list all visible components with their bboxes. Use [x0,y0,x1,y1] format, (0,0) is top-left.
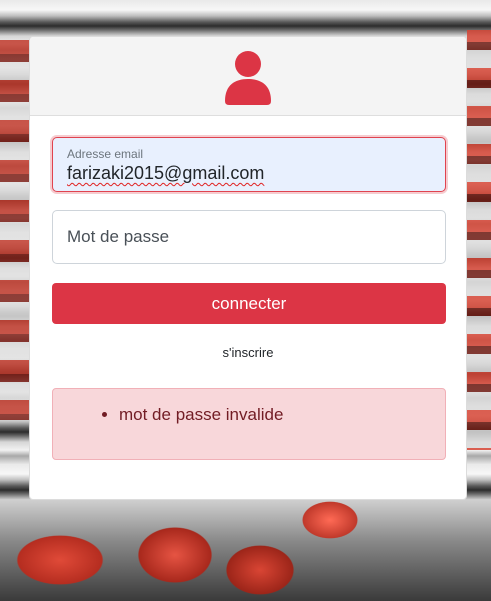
email-input[interactable]: farizaki2015@gmail.com [67,163,264,184]
user-icon [225,51,271,105]
error-alert: mot de passe invalide [52,388,446,460]
error-item: mot de passe invalide [119,405,445,425]
email-value: farizaki2015@gmail.com [67,163,265,183]
error-list: mot de passe invalide [53,405,445,425]
card-header [30,37,466,116]
background-decoration-left [0,40,30,420]
register-link[interactable]: s'inscrire [30,345,466,360]
password-input[interactable] [53,211,445,263]
email-field[interactable]: Adresse email farizaki2015@gmail.com [52,137,446,192]
login-card: Adresse email farizaki2015@gmail.com con… [29,36,467,500]
background-decoration-bottom [0,500,491,601]
background-decoration-right [467,30,491,450]
email-label: Adresse email [67,147,144,161]
password-field[interactable] [52,210,446,264]
connect-button[interactable]: connecter [52,283,446,324]
